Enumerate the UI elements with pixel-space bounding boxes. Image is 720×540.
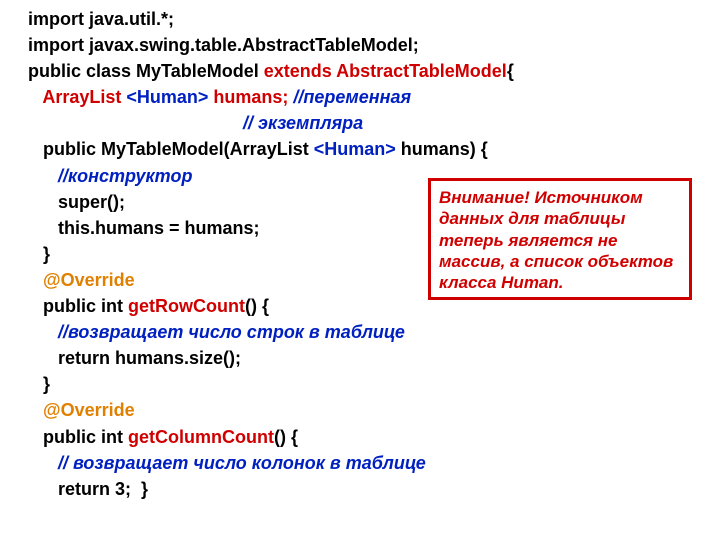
code-line: @Override bbox=[28, 397, 720, 423]
code-line: ArrayList <Human> humans; //переменная bbox=[28, 84, 720, 110]
comment: // экземпляра bbox=[28, 110, 720, 136]
code-text: public int bbox=[28, 427, 128, 447]
code-line: public int getColumnCount() { bbox=[28, 424, 720, 450]
code-text: public MyTableModel(ArrayList bbox=[28, 139, 314, 159]
comment: // возвращает число колонок в таблице bbox=[28, 450, 720, 476]
code-line: } bbox=[28, 371, 720, 397]
code-line: import javax.swing.table.AbstractTableMo… bbox=[28, 32, 720, 58]
type-arraylist: ArrayList bbox=[28, 87, 126, 107]
comment: //переменная bbox=[288, 87, 411, 107]
code-line: public MyTableModel(ArrayList <Human> hu… bbox=[28, 136, 720, 162]
field-name: humans; bbox=[208, 87, 288, 107]
code-line: public class MyTableModel extends Abstra… bbox=[28, 58, 720, 84]
keyword-extends: extends bbox=[264, 61, 336, 81]
annotation-override: @Override bbox=[43, 270, 135, 290]
code-text: public class MyTableModel bbox=[28, 61, 264, 81]
type-human: <Human> bbox=[126, 87, 208, 107]
code-text: humans) { bbox=[396, 139, 488, 159]
warning-callout: Внимание! Источником данных для таблицы … bbox=[428, 178, 692, 300]
callout-text: Внимание! Источником данных для таблицы … bbox=[439, 188, 673, 292]
code-line: import java.util.*; bbox=[28, 6, 720, 32]
code-line: return 3; } bbox=[28, 476, 720, 502]
code-text: { bbox=[507, 61, 514, 81]
code-text: public int bbox=[28, 296, 128, 316]
class-name: AbstractTableModel bbox=[336, 61, 507, 81]
code-text: () { bbox=[274, 427, 298, 447]
method-name: getRowCount bbox=[128, 296, 245, 316]
comment: //возвращает число строк в таблице bbox=[28, 319, 720, 345]
indent bbox=[28, 400, 43, 420]
code-line: return humans.size(); bbox=[28, 345, 720, 371]
method-name: getColumnCount bbox=[128, 427, 274, 447]
code-text: () { bbox=[245, 296, 269, 316]
indent bbox=[28, 270, 43, 290]
type-human: <Human> bbox=[314, 139, 396, 159]
annotation-override: @Override bbox=[43, 400, 135, 420]
